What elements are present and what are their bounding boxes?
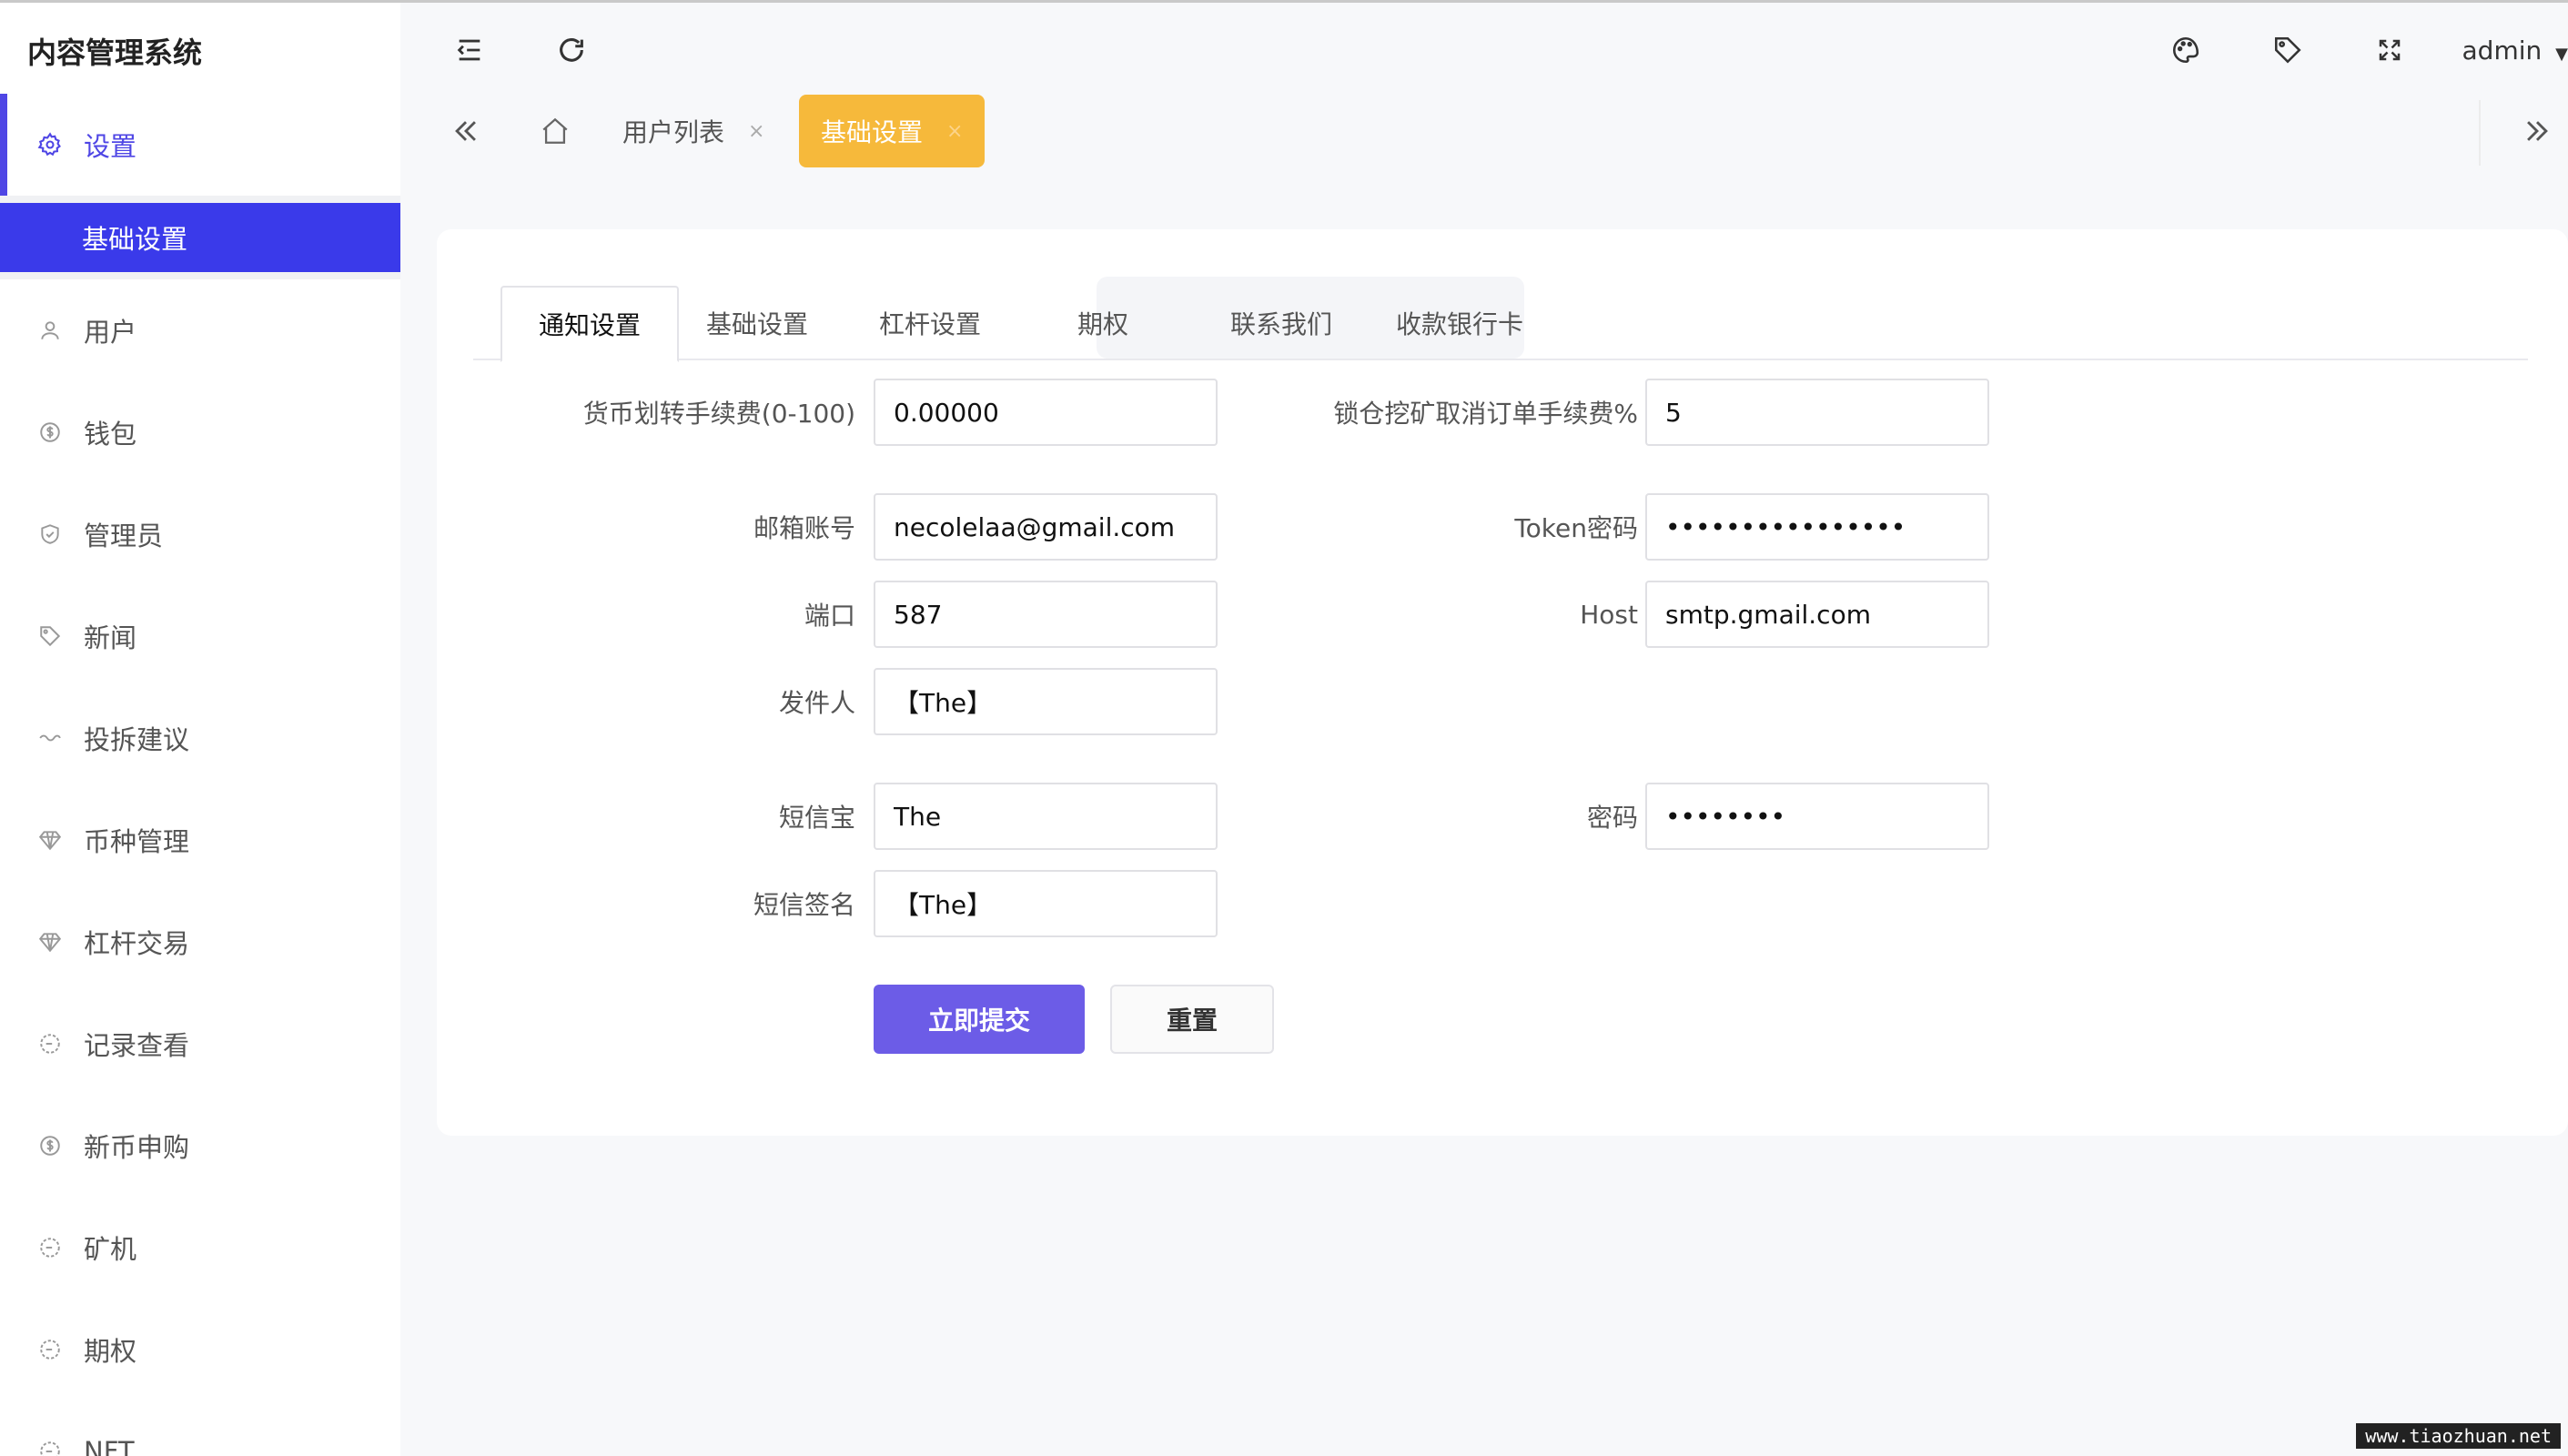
settings-tabs: 通知设置 基础设置 杠杆设置 期权 联系我们 收款银行卡 xyxy=(473,286,2528,362)
sidebar-item-nft[interactable]: NFT xyxy=(0,1400,400,1456)
history-icon xyxy=(36,1438,64,1456)
transfer-fee-input[interactable] xyxy=(874,379,1218,446)
tab-user-list[interactable]: 用户列表 × xyxy=(601,95,786,167)
palette-icon[interactable] xyxy=(2168,32,2204,68)
sms-signature-label: 短信签名 xyxy=(753,890,855,920)
app-title: 内容管理系统 xyxy=(27,35,203,70)
page-tabs-bar: 用户列表 × 基础设置 × xyxy=(400,91,2568,173)
tab-bank-card[interactable]: 收款银行卡 xyxy=(1360,286,1560,360)
sidebar-item-settings[interactable]: 设置 xyxy=(0,94,400,196)
tag-icon[interactable] xyxy=(2270,32,2306,68)
sms-signature-input[interactable] xyxy=(874,870,1218,937)
sidebar-item-options[interactable]: 期权 xyxy=(0,1299,400,1400)
sidebar-item-label: 管理员 xyxy=(84,521,164,551)
tabs-scroll-left-icon[interactable] xyxy=(446,111,486,151)
diamond-icon xyxy=(36,928,64,956)
username: admin xyxy=(2462,35,2543,66)
sidebar-item-leverage[interactable]: 杠杆交易 xyxy=(0,891,400,993)
tab-leverage-settings[interactable]: 杠杆设置 xyxy=(843,286,1017,360)
sidebar-item-records[interactable]: 记录查看 xyxy=(0,993,400,1095)
lock-cancel-fee-input[interactable] xyxy=(1645,379,1989,446)
sidebar-item-label: 新闻 xyxy=(84,622,137,653)
sidebar-item-label: 矿机 xyxy=(84,1234,137,1265)
sidebar-item-admins[interactable]: 管理员 xyxy=(0,483,400,585)
diamond-icon xyxy=(36,826,64,854)
sidebar-item-label: 记录查看 xyxy=(84,1030,190,1061)
refresh-icon[interactable] xyxy=(553,32,590,68)
sidebar-menu: 设置 基础设置 用户 钱包 管理员 新闻 投拆建议 币种管理 杠杆交易 记录查看… xyxy=(0,94,400,1456)
sidebar-subitem-basic-settings[interactable]: 基础设置 xyxy=(0,203,400,272)
home-icon[interactable] xyxy=(535,111,575,151)
watermark: www.tiaozhuan.net xyxy=(2356,1423,2561,1449)
tag-icon xyxy=(36,622,64,650)
reset-button[interactable]: 重置 xyxy=(1110,985,1274,1054)
tab-options[interactable]: 期权 xyxy=(1041,286,1165,360)
user-icon xyxy=(36,317,64,344)
sidebar-item-label: 杠杆交易 xyxy=(84,928,190,959)
host-input[interactable] xyxy=(1645,581,1989,648)
tab-label: 用户列表 xyxy=(622,117,725,147)
history-icon xyxy=(36,1030,64,1057)
dollar-icon xyxy=(36,1132,64,1159)
sidebar-item-label: 新币申购 xyxy=(84,1132,190,1163)
top-header: admin ▼ xyxy=(400,3,2568,94)
sms-provider-label: 短信宝 xyxy=(778,803,855,833)
collapse-menu-icon[interactable] xyxy=(451,32,488,68)
history-icon xyxy=(36,1234,64,1261)
tab-contact-us[interactable]: 联系我们 xyxy=(1194,286,1369,360)
fullscreen-icon[interactable] xyxy=(2371,32,2408,68)
sidebar-item-users[interactable]: 用户 xyxy=(0,279,400,381)
lock-cancel-fee-label: 锁仓挖矿取消订单手续费% xyxy=(1333,399,1638,429)
sidebar-item-label: 用户 xyxy=(84,317,137,348)
caret-down-icon: ▼ xyxy=(2555,45,2568,64)
sidebar-item-label: 币种管理 xyxy=(84,826,190,857)
sender-input[interactable] xyxy=(874,668,1218,735)
settings-submenu: 基础设置 xyxy=(0,196,400,279)
sidebar-item-new-coin[interactable]: 新币申购 xyxy=(0,1095,400,1197)
transfer-fee-label: 货币划转手续费(0-100) xyxy=(582,399,855,429)
sidebar-item-label: 设置 xyxy=(84,131,137,162)
link-icon xyxy=(36,724,64,752)
tabs-divider xyxy=(2479,100,2481,166)
token-password-input[interactable] xyxy=(1645,493,1989,561)
close-icon[interactable]: × xyxy=(748,120,764,143)
token-password-label: Token密码 xyxy=(1514,513,1638,543)
port-input[interactable] xyxy=(874,581,1218,648)
sms-password-label: 密码 xyxy=(1586,803,1638,833)
email-label: 邮箱账号 xyxy=(753,513,855,543)
sidebar-item-label: 期权 xyxy=(84,1336,137,1367)
tab-label: 基础设置 xyxy=(821,117,924,147)
sidebar-item-label: 投拆建议 xyxy=(84,724,190,755)
settings-card: 通知设置 基础设置 杠杆设置 期权 联系我们 收款银行卡 货币划转手续费(0-1… xyxy=(437,229,2568,1136)
sidebar-item-currency[interactable]: 币种管理 xyxy=(0,789,400,891)
sidebar: 内容管理系统 设置 基础设置 用户 钱包 管理员 新闻 投拆建议 币种管理 杠杆… xyxy=(0,3,400,1456)
port-label: 端口 xyxy=(804,601,855,631)
tab-notification-settings[interactable]: 通知设置 xyxy=(500,286,680,362)
host-label: Host xyxy=(1580,599,1638,630)
dollar-icon xyxy=(36,419,64,446)
tab-basic-settings[interactable]: 基础设置 × xyxy=(799,95,986,167)
submit-button[interactable]: 立即提交 xyxy=(874,985,1085,1054)
history-icon xyxy=(36,1336,64,1363)
sidebar-item-miner[interactable]: 矿机 xyxy=(0,1197,400,1299)
gear-icon xyxy=(36,131,64,158)
close-icon[interactable]: × xyxy=(946,120,963,143)
sidebar-item-wallet[interactable]: 钱包 xyxy=(0,381,400,483)
sms-password-input[interactable] xyxy=(1645,783,1989,850)
shield-icon xyxy=(36,521,64,548)
sms-provider-input[interactable] xyxy=(874,783,1218,850)
sender-label: 发件人 xyxy=(778,688,855,718)
user-menu[interactable]: admin ▼ xyxy=(2462,35,2568,66)
sidebar-item-news[interactable]: 新闻 xyxy=(0,585,400,687)
sidebar-item-label: 钱包 xyxy=(84,419,137,450)
sidebar-item-feedback[interactable]: 投拆建议 xyxy=(0,687,400,789)
email-input[interactable] xyxy=(874,493,1218,561)
tabs-scroll-right-icon[interactable] xyxy=(2517,111,2557,151)
sidebar-item-label: NFT xyxy=(84,1436,135,1456)
tab-basic-settings-form[interactable]: 基础设置 xyxy=(670,286,844,360)
